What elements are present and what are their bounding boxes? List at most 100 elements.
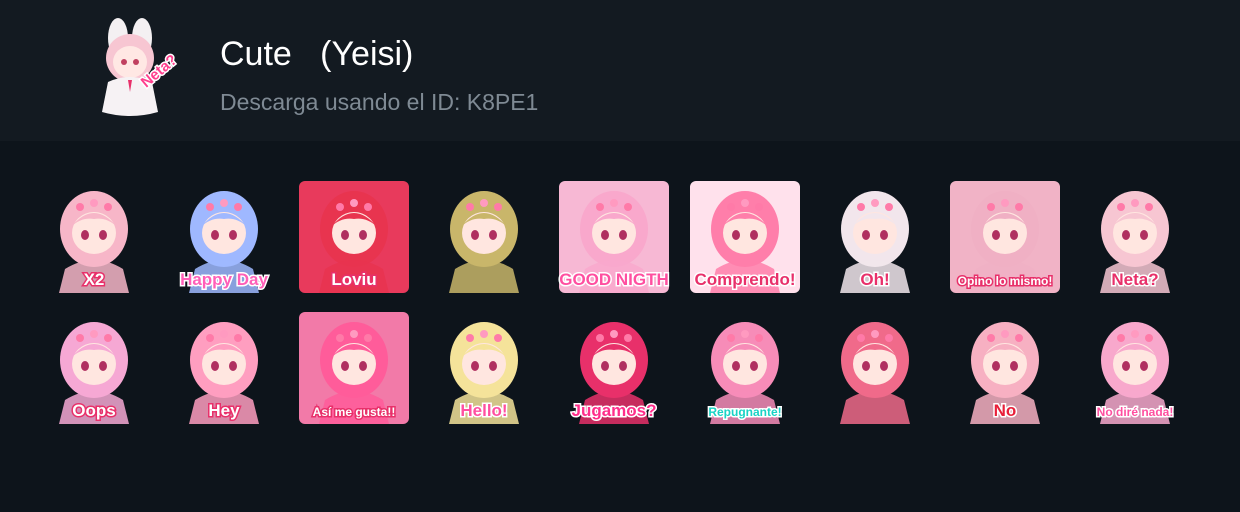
flower-icon [1117, 334, 1125, 342]
flower-icon [466, 203, 474, 211]
sticker-5[interactable]: GOOD NIGTH [555, 177, 673, 297]
sticker-image: Oh! [840, 191, 910, 293]
sticker-10[interactable]: Oops [35, 308, 153, 428]
pack-download-id: Descarga usando el ID: K8PE1 [220, 89, 539, 115]
sticker-image: Happy Day [179, 191, 270, 293]
flower-icon [1145, 334, 1153, 342]
flower-icon [1015, 203, 1023, 211]
sticker-caption: Oh! [860, 270, 889, 289]
flower-icon [206, 334, 214, 342]
sticker-11[interactable]: Hey [165, 308, 283, 428]
body-shape [449, 260, 519, 293]
sticker-grid: X2 Happy Day Loviu GOOD NIGTH Comprendo! Oh! O… [0, 141, 1240, 512]
flower-icon [871, 330, 879, 338]
eye-icon [1010, 361, 1018, 371]
sticker-image: GOOD NIGTH [558, 181, 670, 293]
flower-icon [206, 203, 214, 211]
flower-icon [76, 334, 84, 342]
pack-thumbnail-image: Neta? [102, 18, 182, 116]
sticker-image [840, 322, 910, 424]
body-shape [840, 391, 910, 424]
sticker-caption: Comprendo! [694, 270, 795, 289]
flower-icon [624, 334, 632, 342]
sticker-image: Repugnante! [707, 322, 783, 424]
flower-icon [596, 203, 604, 211]
eye-icon [732, 361, 740, 371]
sticker-image: No diré nada! [1095, 322, 1175, 424]
sticker-image: X2 [59, 191, 129, 293]
sticker-caption: Así me gusta!! [313, 405, 396, 419]
sticker-7[interactable]: Oh! [816, 177, 934, 297]
eye-icon [750, 361, 758, 371]
flower-icon [885, 334, 893, 342]
eye-icon [211, 361, 219, 371]
sticker-caption: Hey [208, 401, 240, 420]
flower-icon [1117, 203, 1125, 211]
eye-icon [862, 230, 870, 240]
sticker-image: Así me gusta!! [299, 312, 409, 424]
flower-icon [76, 203, 84, 211]
flower-icon [494, 203, 502, 211]
sticker-image: Hello! [449, 322, 519, 424]
sticker-image: Hey [189, 322, 259, 424]
eye-icon [601, 361, 609, 371]
eye-icon [211, 230, 219, 240]
sticker-12[interactable]: Así me gusta!! [295, 308, 413, 428]
flower-icon [480, 199, 488, 207]
eye-icon [601, 230, 609, 240]
eye-icon [1140, 361, 1148, 371]
pack-header: Neta? Cute (Yeisi) Descarga usando el ID… [0, 0, 1240, 141]
flower-icon [364, 334, 372, 342]
flower-icon [610, 330, 618, 338]
eye-icon [81, 230, 89, 240]
sticker-2[interactable]: Happy Day [165, 177, 283, 297]
flower-icon [220, 330, 228, 338]
flower-icon [466, 334, 474, 342]
eye-icon [229, 230, 237, 240]
flower-icon [336, 203, 344, 211]
flower-icon [871, 199, 879, 207]
flower-icon [90, 199, 98, 207]
flower-icon [857, 334, 865, 342]
pack-thumbnail[interactable]: Neta? [78, 16, 182, 120]
eye-icon [489, 361, 497, 371]
sticker-6[interactable]: Comprendo! [686, 177, 804, 297]
sticker-15[interactable]: Repugnante! [686, 308, 804, 428]
sticker-4[interactable] [425, 177, 543, 297]
sticker-8[interactable]: Opino lo mismo! [946, 177, 1064, 297]
eye-icon [359, 361, 367, 371]
flower-icon [987, 203, 995, 211]
sticker-13[interactable]: Hello! [425, 308, 543, 428]
sticker-caption: Jugamos? [571, 401, 656, 420]
sticker-1[interactable]: X2 [35, 177, 153, 297]
sticker-image: Oops [59, 322, 129, 424]
flower-icon [234, 334, 242, 342]
flower-icon [350, 199, 358, 207]
flower-icon [494, 334, 502, 342]
flower-icon [1015, 334, 1023, 342]
eye-icon [619, 361, 627, 371]
flower-icon [741, 330, 749, 338]
sticker-17[interactable]: No [946, 308, 1064, 428]
flower-icon [350, 330, 358, 338]
sticker-image: Opino lo mismo! [950, 181, 1060, 293]
eye-icon [489, 230, 497, 240]
sticker-14[interactable]: Jugamos? [555, 308, 673, 428]
flower-icon [727, 334, 735, 342]
sticker-image: Neta? [1100, 191, 1170, 293]
sticker-16[interactable] [816, 308, 934, 428]
eye-icon [750, 230, 758, 240]
sticker-caption: Oops [72, 401, 115, 420]
flower-icon [90, 330, 98, 338]
eye-icon [359, 230, 367, 240]
sticker-18[interactable]: No diré nada! [1076, 308, 1194, 428]
flower-icon [336, 334, 344, 342]
sticker-image: No [970, 322, 1040, 424]
sticker-image: Loviu [299, 181, 409, 293]
flower-icon [480, 330, 488, 338]
eye-icon [471, 230, 479, 240]
sticker-3[interactable]: Loviu [295, 177, 413, 297]
pack-title: Cute (Yeisi) [220, 35, 414, 73]
flower-icon [364, 203, 372, 211]
sticker-9[interactable]: Neta? [1076, 177, 1194, 297]
